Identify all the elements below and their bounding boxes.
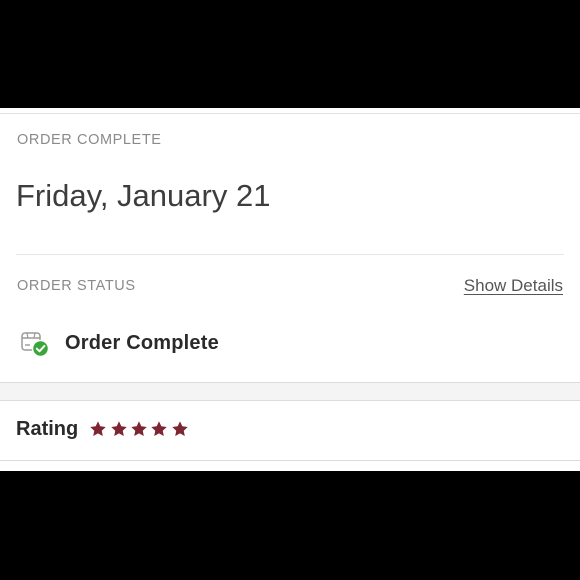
rating-row: Rating (16, 414, 191, 444)
top-divider (0, 113, 580, 114)
star-icon[interactable] (130, 420, 148, 438)
order-status-text: Order Complete (65, 331, 219, 354)
screen: ORDER COMPLETE Friday, January 21 ORDER … (0, 0, 580, 580)
order-complete-heading: ORDER COMPLETE (17, 132, 162, 148)
section-divider (16, 254, 564, 255)
rating-label: Rating (16, 417, 79, 440)
star-icon[interactable] (150, 420, 168, 438)
star-icon[interactable] (89, 420, 107, 438)
star-icon[interactable] (171, 420, 189, 438)
order-status-heading: ORDER STATUS (17, 278, 136, 294)
star-rating[interactable] (89, 420, 191, 438)
show-details-link[interactable]: Show Details (464, 276, 563, 296)
order-details-panel: ORDER COMPLETE Friday, January 21 ORDER … (0, 108, 580, 471)
section-separator (0, 382, 580, 401)
order-status-row: Order Complete (20, 326, 219, 360)
order-date: Friday, January 21 (16, 178, 271, 213)
box-checkmark-icon (20, 328, 50, 358)
star-icon[interactable] (110, 420, 128, 438)
bottom-divider (0, 460, 580, 461)
